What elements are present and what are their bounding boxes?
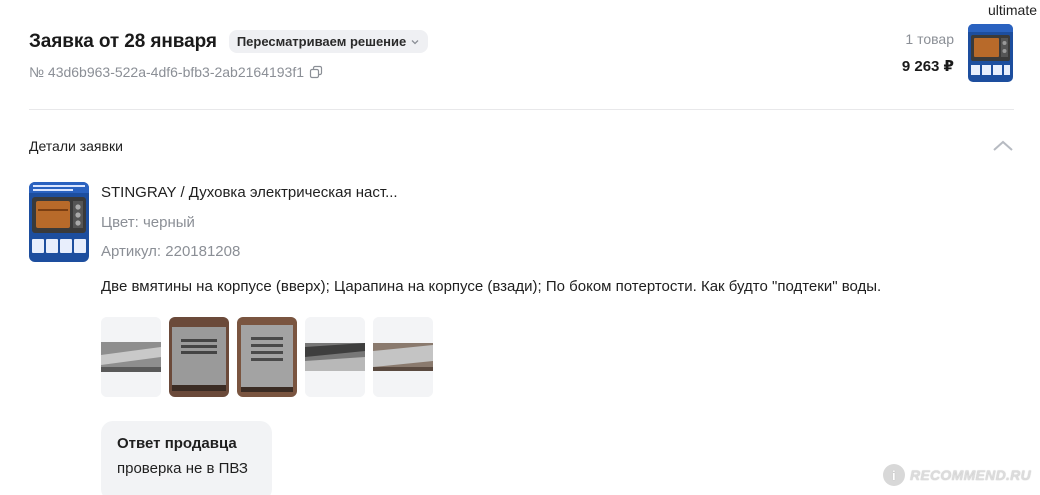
defect-photo[interactable]: [237, 317, 297, 397]
page-title: Заявка от 28 января: [29, 30, 217, 52]
claim-header: Заявка от 28 января Пересматриваем решен…: [29, 30, 1014, 90]
status-badge[interactable]: Пересматриваем решение: [228, 30, 429, 53]
chevron-down-icon: [411, 39, 419, 44]
product-thumbnail-small[interactable]: [968, 24, 1013, 82]
total-price: 9 263 ₽: [901, 58, 954, 75]
order-id-row: № 43d6b963-522a-4df6-bfb3-2ab2164193f1: [29, 64, 1014, 80]
recommend-watermark: i RECOMMEND.RU: [882, 464, 1031, 486]
photo-image: [169, 317, 229, 397]
product-color: Цвет: черный: [101, 214, 195, 231]
photo-gallery: [101, 317, 433, 397]
photo-image: [305, 317, 365, 397]
photo-image: [373, 317, 433, 397]
chevron-up-icon[interactable]: [992, 138, 1014, 154]
seller-reply: Ответ продавца проверка не в ПВЗ: [101, 421, 272, 495]
seller-reply-title: Ответ продавца: [117, 435, 237, 452]
defect-photo[interactable]: [101, 317, 161, 397]
order-summary: 1 товар 9 263 ₽: [902, 31, 954, 75]
details-title: Детали заявки: [29, 138, 123, 154]
product-sku: Артикул: 220181208: [101, 243, 241, 260]
defect-photo[interactable]: [373, 317, 433, 397]
seller-reply-text: проверка не в ПВЗ: [117, 460, 248, 477]
title-row: Заявка от 28 января Пересматриваем решен…: [29, 30, 1014, 53]
photo-image: [101, 317, 161, 397]
watermark-top-text: ultimate: [987, 2, 1037, 18]
product-name[interactable]: STINGRAY / Духовка электрическая наст...: [101, 182, 398, 204]
copy-icon[interactable]: [309, 65, 323, 79]
oven-image: [29, 182, 89, 262]
divider: [29, 109, 1014, 110]
recommend-logo-icon: i: [882, 464, 905, 486]
order-id: № 43d6b963-522a-4df6-bfb3-2ab2164193f1: [29, 64, 305, 80]
defect-photo[interactable]: [305, 317, 365, 397]
oven-image: [968, 24, 1013, 82]
product-image[interactable]: [29, 182, 89, 262]
product-info: STINGRAY / Духовка электрическая наст...…: [101, 182, 398, 263]
details-section-header[interactable]: Детали заявки: [29, 138, 1014, 158]
defect-description: Две вмятины на корпусе (вверх); Царапина…: [101, 278, 882, 295]
status-badge-label: Пересматриваем решение: [236, 34, 407, 49]
recommend-watermark-text: RECOMMEND.RU: [909, 467, 1031, 483]
items-count: 1 товар: [905, 31, 954, 47]
defect-photo[interactable]: [169, 317, 229, 397]
photo-image: [237, 317, 297, 397]
